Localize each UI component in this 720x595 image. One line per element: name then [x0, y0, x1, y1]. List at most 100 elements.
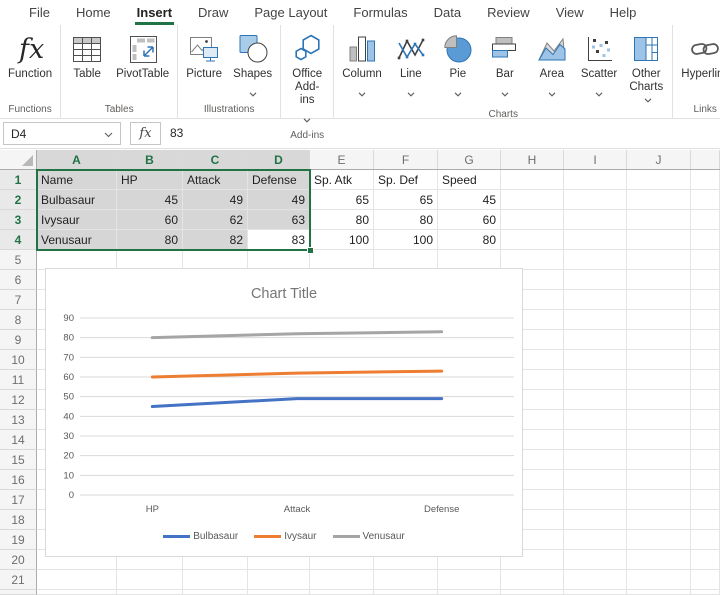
bar-button[interactable]: Bar [482, 28, 528, 102]
cell-k1[interactable] [691, 170, 720, 190]
cell-g1[interactable]: Speed [438, 170, 501, 190]
cell-b5[interactable] [117, 250, 183, 270]
cell-h4[interactable] [501, 230, 564, 250]
cell-i6[interactable] [564, 270, 627, 290]
cell-i18[interactable] [564, 510, 627, 530]
cell-k17[interactable] [691, 490, 720, 510]
cell-i7[interactable] [564, 290, 627, 310]
menu-tab-help[interactable]: Help [597, 0, 650, 25]
column-header-d[interactable]: D [248, 150, 310, 169]
cell-partial[interactable] [501, 590, 564, 595]
column-header-i[interactable]: I [564, 150, 627, 169]
cell-k8[interactable] [691, 310, 720, 330]
cell-a5[interactable] [37, 250, 117, 270]
cell-e3[interactable]: 80 [310, 210, 374, 230]
cell-h3[interactable] [501, 210, 564, 230]
menu-tab-page-layout[interactable]: Page Layout [241, 0, 340, 25]
column-header-f[interactable]: F [374, 150, 438, 169]
cell-j11[interactable] [627, 370, 691, 390]
row-header-12[interactable]: 12 [0, 390, 37, 410]
cell-a3[interactable]: Ivysaur [37, 210, 117, 230]
row-header-17[interactable]: 17 [0, 490, 37, 510]
cell-i5[interactable] [564, 250, 627, 270]
insert-function-button[interactable]: fx [130, 122, 161, 145]
cell-h2[interactable] [501, 190, 564, 210]
cell-partial[interactable] [691, 590, 720, 595]
cell-d5[interactable] [248, 250, 310, 270]
row-header-21[interactable]: 21 [0, 570, 37, 590]
cell-e21[interactable] [310, 570, 374, 590]
cell-i20[interactable] [564, 550, 627, 570]
cell-h5[interactable] [501, 250, 564, 270]
pie-button[interactable]: Pie [435, 28, 481, 102]
cell-j3[interactable] [627, 210, 691, 230]
cell-j21[interactable] [627, 570, 691, 590]
cell-k4[interactable] [691, 230, 720, 250]
cell-partial[interactable] [438, 590, 501, 595]
row-header-14[interactable]: 14 [0, 430, 37, 450]
cell-j20[interactable] [627, 550, 691, 570]
cell-i4[interactable] [564, 230, 627, 250]
other-charts-button[interactable]: Other Charts [623, 28, 669, 107]
cell-g2[interactable]: 45 [438, 190, 501, 210]
column-header-j[interactable]: J [627, 150, 691, 169]
menu-tab-home[interactable]: Home [63, 0, 124, 25]
cell-partial[interactable] [564, 590, 627, 595]
cell-f5[interactable] [374, 250, 438, 270]
cell-k7[interactable] [691, 290, 720, 310]
cell-a1[interactable]: Name [37, 170, 117, 190]
column-header-h[interactable]: H [501, 150, 564, 169]
cell-i8[interactable] [564, 310, 627, 330]
row-header-20[interactable]: 20 [0, 550, 37, 570]
cell-k9[interactable] [691, 330, 720, 350]
column-header-g[interactable]: G [438, 150, 501, 169]
cell-f1[interactable]: Sp. Def [374, 170, 438, 190]
row-header-5[interactable]: 5 [0, 250, 37, 270]
cell-j9[interactable] [627, 330, 691, 350]
cell-a2[interactable]: Bulbasaur [37, 190, 117, 210]
office-add-ins-button[interactable]: Office Add-ins [284, 28, 330, 128]
cell-g3[interactable]: 60 [438, 210, 501, 230]
area-button[interactable]: Area [529, 28, 575, 102]
cell-j13[interactable] [627, 410, 691, 430]
line-button[interactable]: Line [388, 28, 434, 102]
cell-partial[interactable] [37, 590, 117, 595]
menu-tab-review[interactable]: Review [474, 0, 543, 25]
cell-d1[interactable]: Defense [248, 170, 310, 190]
cell-e4[interactable]: 100 [310, 230, 374, 250]
hyperlink-button[interactable]: Hyperlink [676, 28, 720, 81]
cell-partial[interactable] [310, 590, 374, 595]
cell-d21[interactable] [248, 570, 310, 590]
row-header-15[interactable]: 15 [0, 450, 37, 470]
cell-b3[interactable]: 60 [117, 210, 183, 230]
cell-j1[interactable] [627, 170, 691, 190]
cell-partial[interactable] [627, 590, 691, 595]
cell-d3[interactable]: 63 [248, 210, 310, 230]
row-header-7[interactable]: 7 [0, 290, 37, 310]
cell-c3[interactable]: 62 [183, 210, 248, 230]
chevron-down-icon[interactable] [104, 127, 113, 141]
cell-k11[interactable] [691, 370, 720, 390]
cell-k18[interactable] [691, 510, 720, 530]
menu-tab-file[interactable]: File [16, 0, 63, 25]
menu-tab-insert[interactable]: Insert [124, 0, 185, 25]
cell-i16[interactable] [564, 470, 627, 490]
row-header-2[interactable]: 2 [0, 190, 37, 210]
cell-i9[interactable] [564, 330, 627, 350]
name-box[interactable]: D4 [3, 122, 121, 145]
cell-i3[interactable] [564, 210, 627, 230]
cell-i2[interactable] [564, 190, 627, 210]
cell-j10[interactable] [627, 350, 691, 370]
column-button[interactable]: Column [337, 28, 387, 102]
cell-i17[interactable] [564, 490, 627, 510]
cell-e2[interactable]: 65 [310, 190, 374, 210]
cell-e5[interactable] [310, 250, 374, 270]
cell-i12[interactable] [564, 390, 627, 410]
row-header-10[interactable]: 10 [0, 350, 37, 370]
cell-partial[interactable] [117, 590, 183, 595]
row-header-9[interactable]: 9 [0, 330, 37, 350]
cell-a4[interactable]: Venusaur [37, 230, 117, 250]
cell-f3[interactable]: 80 [374, 210, 438, 230]
column-header-a[interactable]: A [37, 150, 117, 169]
cell-i19[interactable] [564, 530, 627, 550]
